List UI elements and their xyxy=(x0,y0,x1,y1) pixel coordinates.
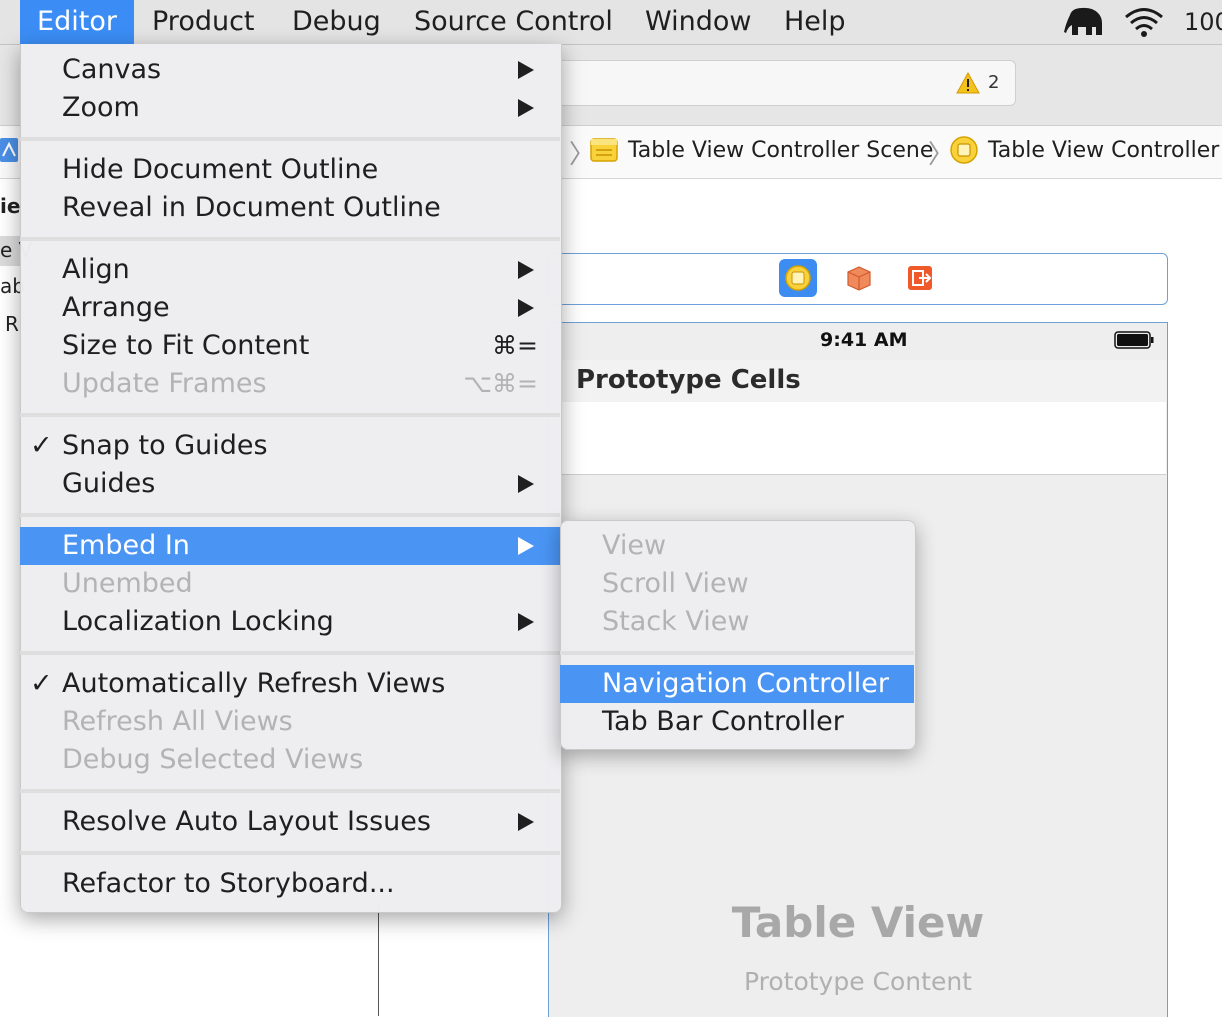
first-responder-icon[interactable] xyxy=(840,259,878,297)
submenu-item-stack-view: Stack View xyxy=(560,603,914,641)
section-title: Prototype Cells xyxy=(576,365,801,395)
menu-item-label: Guides xyxy=(62,468,156,499)
menu-separator xyxy=(20,137,560,141)
menu-item-label: Unembed xyxy=(62,568,193,599)
menu-item-refresh-all-views: Refresh All Views xyxy=(20,703,560,741)
menu-item-label: Embed In xyxy=(62,530,190,561)
warning-count[interactable]: 2 xyxy=(988,72,999,93)
wifi-icon[interactable] xyxy=(1122,6,1166,38)
menu-separator xyxy=(20,237,560,241)
activity-viewer xyxy=(548,60,1016,106)
submenu-arrow-icon xyxy=(516,89,536,127)
table-view-placeholder-subtitle: Prototype Content xyxy=(744,967,972,996)
table-view-placeholder-title: Table View xyxy=(731,898,985,947)
menu-separator xyxy=(20,651,560,655)
menu-item-guides[interactable]: Guides xyxy=(20,465,560,503)
menu-item-label: Refresh All Views xyxy=(62,706,293,737)
elephant-icon[interactable] xyxy=(1062,5,1106,39)
menu-item-label: Scroll View xyxy=(602,568,749,599)
submenu-item-view: View xyxy=(560,527,914,565)
menu-separator xyxy=(20,413,560,417)
menu-window[interactable]: Window xyxy=(645,0,751,44)
checkmark-icon: ✓ xyxy=(30,430,53,461)
menu-item-label: Debug Selected Views xyxy=(62,744,364,775)
submenu-arrow-icon xyxy=(516,251,536,289)
menu-item-label: Update Frames xyxy=(62,368,267,399)
scene-icon xyxy=(590,138,618,162)
menu-separator xyxy=(20,789,560,793)
view-controller-icon xyxy=(950,136,978,164)
menu-item-reveal-in-document-outline[interactable]: Reveal in Document Outline xyxy=(20,189,560,227)
battery-icon xyxy=(1114,331,1154,349)
menu-item-refactor-to-storyboard[interactable]: Refactor to Storyboard... xyxy=(20,865,560,903)
menu-item-canvas[interactable]: Canvas xyxy=(20,51,560,89)
warning-icon[interactable] xyxy=(956,72,980,94)
menu-item-debug-selected-views: Debug Selected Views xyxy=(20,741,560,779)
menu-bar: Editor Product Debug Source Control Wind… xyxy=(0,0,1222,45)
view-controller-icon[interactable] xyxy=(779,259,817,297)
crumb-scene[interactable]: Table View Controller Scene xyxy=(628,136,933,166)
submenu-arrow-icon xyxy=(516,465,536,503)
crumb-view-controller[interactable]: Table View Controller xyxy=(988,136,1219,166)
menu-item-label: View xyxy=(602,530,667,561)
menu-item-zoom[interactable]: Zoom xyxy=(20,89,560,127)
menu-item-align[interactable]: Align xyxy=(20,251,560,289)
menu-item-arrange[interactable]: Arrange xyxy=(20,289,560,327)
submenu-item-navigation-controller[interactable]: Navigation Controller xyxy=(560,665,914,703)
menu-product[interactable]: Product xyxy=(152,0,255,44)
battery-percent[interactable]: 100 xyxy=(1184,0,1222,44)
submenu-item-tab-bar-controller[interactable]: Tab Bar Controller xyxy=(560,703,914,741)
menu-item-update-frames: Update Frames ⌥⌘= xyxy=(20,365,560,403)
submenu-arrow-icon xyxy=(516,603,536,641)
menu-item-unembed: Unembed xyxy=(20,565,560,603)
menu-item-label: Align xyxy=(62,254,130,285)
menu-item-size-to-fit-content[interactable]: Size to Fit Content ⌘= xyxy=(20,327,560,365)
submenu-item-scroll-view: Scroll View xyxy=(560,565,914,603)
menu-separator xyxy=(560,651,914,655)
menu-item-embed-in[interactable]: Embed In xyxy=(20,527,560,565)
checkmark-icon: ✓ xyxy=(30,668,53,699)
menu-item-label: Tab Bar Controller xyxy=(602,706,844,737)
submenu-arrow-icon xyxy=(516,803,536,841)
menu-debug[interactable]: Debug xyxy=(292,0,381,44)
menu-source-control[interactable]: Source Control xyxy=(414,0,613,44)
menu-item-label: Size to Fit Content xyxy=(62,330,310,361)
menu-item-label: Hide Document Outline xyxy=(62,154,379,185)
menu-item-resolve-auto-layout-issues[interactable]: Resolve Auto Layout Issues xyxy=(20,803,560,841)
menu-item-shortcut: ⌘= xyxy=(492,331,538,360)
menu-item-snap-to-guides[interactable]: ✓ Snap to Guides xyxy=(20,427,560,465)
menu-item-label: Zoom xyxy=(62,92,140,123)
menu-item-label: Canvas xyxy=(62,54,162,85)
menu-item-label: Snap to Guides xyxy=(62,430,268,461)
divider xyxy=(378,900,379,1016)
menu-item-label: Resolve Auto Layout Issues xyxy=(62,806,431,837)
submenu-arrow-icon xyxy=(516,527,536,565)
exit-icon[interactable] xyxy=(901,259,939,297)
menu-item-label: Refactor to Storyboard... xyxy=(62,868,395,899)
menu-item-label: Localization Locking xyxy=(62,606,334,637)
menu-item-localization-locking[interactable]: Localization Locking xyxy=(20,603,560,641)
submenu-arrow-icon xyxy=(516,51,536,89)
menu-item-label: Stack View xyxy=(602,606,750,637)
menu-help[interactable]: Help xyxy=(784,0,846,44)
menu-item-hide-document-outline[interactable]: Hide Document Outline xyxy=(20,151,560,189)
menu-editor[interactable]: Editor xyxy=(20,0,134,44)
menu-item-shortcut: ⌥⌘= xyxy=(463,369,538,398)
menu-separator xyxy=(20,851,560,855)
prototype-cell[interactable] xyxy=(549,402,1166,475)
menu-separator xyxy=(20,513,560,517)
menu-item-label: Navigation Controller xyxy=(602,668,890,699)
menu-item-label: Automatically Refresh Views xyxy=(62,668,446,699)
storyboard-icon xyxy=(0,138,18,162)
status-time: 9:41 AM xyxy=(820,329,908,351)
submenu-arrow-icon xyxy=(516,289,536,327)
menu-item-automatically-refresh-views[interactable]: ✓ Automatically Refresh Views xyxy=(20,665,560,703)
navigator-fragment: R xyxy=(5,312,19,336)
navigator-fragment: ie xyxy=(0,194,21,218)
menu-item-label: Reveal in Document Outline xyxy=(62,192,441,223)
menu-item-label: Arrange xyxy=(62,292,170,323)
